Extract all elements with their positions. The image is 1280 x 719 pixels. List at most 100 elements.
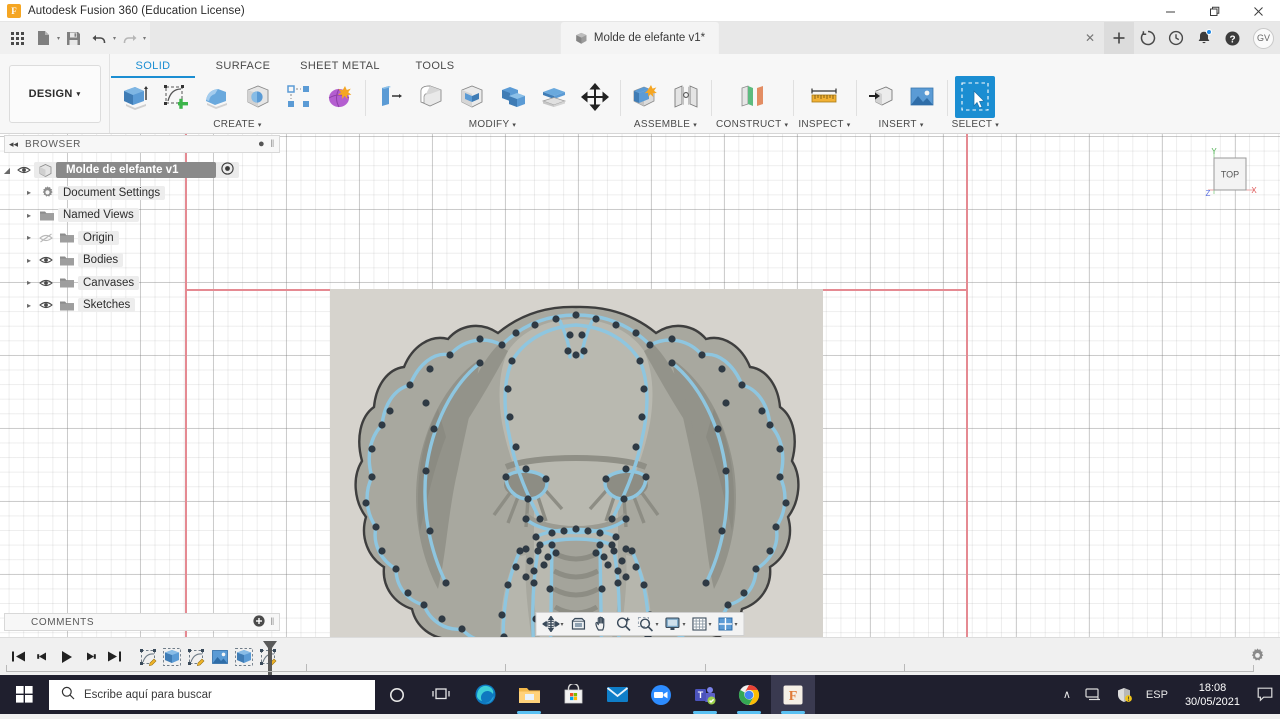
design-workspace-button[interactable]: DESIGN ▾ <box>8 64 101 123</box>
file-explorer-icon[interactable] <box>507 675 551 714</box>
insert-derive-icon[interactable] <box>861 76 901 118</box>
task-view-icon[interactable] <box>419 675 463 714</box>
sidebar-item-named-views[interactable]: ▸ Named Views <box>0 204 290 227</box>
pattern-icon[interactable] <box>279 76 319 118</box>
panel-modify-label[interactable]: MODIFY ▾ <box>469 119 517 130</box>
windows-start-icon[interactable] <box>0 675 48 714</box>
sidebar-item-bodies[interactable]: ▸ Bodies <box>0 249 290 272</box>
tab-surface[interactable]: SURFACE <box>196 58 290 74</box>
panel-create-label[interactable]: CREATE ▾ <box>213 119 261 130</box>
tray-chevron-icon[interactable]: ∧ <box>1056 675 1078 714</box>
new-tab-button[interactable] <box>1104 22 1134 54</box>
sidebar-item-document-settings[interactable]: ▸ Document Settings <box>0 182 290 205</box>
avatar[interactable]: GV <box>1253 27 1274 49</box>
expand-arrow-icon[interactable]: ▸ <box>22 256 36 265</box>
close-tab-button[interactable]: ✕ <box>1076 24 1104 52</box>
pan-icon[interactable] <box>590 613 612 635</box>
panel-assemble-label[interactable]: ASSEMBLE ▾ <box>634 119 697 130</box>
tab-solid[interactable]: SOLID <box>110 58 196 78</box>
component-activate-icon[interactable] <box>221 162 235 178</box>
network-icon[interactable] <box>1078 675 1109 714</box>
new-component-icon[interactable] <box>625 76 665 118</box>
combine-icon[interactable] <box>493 76 533 118</box>
sidebar-item-sketches[interactable]: ▸ Sketches <box>0 294 290 317</box>
sphere-icon[interactable] <box>238 76 278 118</box>
language-indicator[interactable]: ESP <box>1139 675 1175 714</box>
create-sketch-icon[interactable] <box>156 76 196 118</box>
zoom-window-icon[interactable]: ▾ <box>634 613 661 635</box>
display-settings-caret-icon[interactable]: ▾ <box>682 621 685 628</box>
expand-arrow-icon[interactable]: ▸ <box>22 188 36 197</box>
extrude-icon[interactable] <box>115 76 155 118</box>
panel-insert-label[interactable]: INSERT ▾ <box>879 119 924 130</box>
select-icon[interactable] <box>955 76 996 118</box>
add-comment-icon[interactable] <box>253 614 265 630</box>
viewports-icon[interactable]: ▾ <box>715 613 741 635</box>
panel-inspect-label[interactable]: INSPECT ▾ <box>798 119 850 130</box>
fusion-360-icon[interactable]: F <box>771 675 815 714</box>
sidebar-item-canvases[interactable]: ▸ Canvases <box>0 272 290 295</box>
zoom-window-caret-icon[interactable]: ▾ <box>655 621 658 628</box>
microsoft-teams-icon[interactable]: T <box>683 675 727 714</box>
app-grid-icon[interactable] <box>4 25 30 51</box>
visibility-eye-icon[interactable] <box>36 300 56 310</box>
expand-arrow-icon[interactable]: ▸ <box>22 278 36 287</box>
orbit-caret-icon[interactable]: ▾ <box>560 621 563 628</box>
revolve-icon[interactable] <box>197 76 237 118</box>
save-icon[interactable] <box>60 25 86 51</box>
redo-icon[interactable] <box>116 25 142 51</box>
visibility-eye-icon[interactable] <box>36 233 56 243</box>
close-button[interactable] <box>1236 0 1280 22</box>
expand-arrow-icon[interactable]: ◢ <box>0 166 14 175</box>
tree-item-root[interactable]: ◢ Molde de elefante v1 <box>0 159 290 182</box>
clock[interactable]: 18:08 30/05/2021 <box>1175 675 1250 714</box>
undo-icon[interactable] <box>86 25 112 51</box>
view-cube[interactable]: TOP Y X Z <box>1198 146 1258 206</box>
orbit-icon[interactable]: ▾ <box>539 613 566 635</box>
look-at-icon[interactable] <box>566 613 590 635</box>
help-icon[interactable]: ? <box>1218 24 1246 52</box>
zoom-icon[interactable] <box>639 675 683 714</box>
browser-options-icon[interactable]: ● <box>258 138 265 150</box>
visibility-eye-icon[interactable] <box>36 278 56 288</box>
visibility-eye-icon[interactable] <box>36 255 56 265</box>
offset-plane-icon[interactable] <box>732 76 772 118</box>
microsoft-store-icon[interactable] <box>551 675 595 714</box>
elephant-head-canvas[interactable] <box>330 289 823 637</box>
mail-icon[interactable] <box>595 675 639 714</box>
panel-construct-label[interactable]: CONSTRUCT ▾ <box>716 119 788 130</box>
expand-arrow-icon[interactable]: ▸ <box>22 211 36 220</box>
grid-snaps-caret-icon[interactable]: ▾ <box>709 621 712 628</box>
panel-select-label[interactable]: SELECT ▾ <box>952 119 1000 130</box>
measure-icon[interactable] <box>804 76 844 118</box>
recent-icon[interactable] <box>1162 24 1190 52</box>
zoom-icon[interactable] <box>612 613 634 635</box>
tab-tools[interactable]: TOOLS <box>390 58 480 74</box>
search-input[interactable]: Escribe aquí para buscar <box>49 679 375 710</box>
security-icon[interactable]: ! <box>1109 675 1139 714</box>
collapse-browser-icon[interactable]: ◂◂ <box>9 139 18 150</box>
expand-arrow-icon[interactable]: ▸ <box>22 301 36 310</box>
expand-arrow-icon[interactable]: ▸ <box>22 233 36 242</box>
split-body-icon[interactable] <box>534 76 574 118</box>
microsoft-edge-icon[interactable] <box>463 675 507 714</box>
display-settings-icon[interactable]: ▾ <box>661 613 688 635</box>
sidebar-item-origin[interactable]: ▸ Origin <box>0 227 290 250</box>
new-document-icon[interactable] <box>30 25 56 51</box>
tab-sheet-metal[interactable]: SHEET METAL <box>290 58 390 74</box>
google-chrome-icon[interactable] <box>727 675 771 714</box>
joint-icon[interactable] <box>666 76 706 118</box>
grid-snaps-icon[interactable]: ▾ <box>689 613 715 635</box>
notifications-icon[interactable] <box>1190 24 1218 52</box>
insert-canvas-icon[interactable] <box>902 76 942 118</box>
press-pull-icon[interactable] <box>370 76 410 118</box>
viewports-caret-icon[interactable]: ▾ <box>735 621 738 628</box>
visibility-eye-icon[interactable] <box>14 165 34 175</box>
job-status-icon[interactable] <box>1134 24 1162 52</box>
form-icon[interactable] <box>320 76 360 118</box>
comments-resize-grip[interactable]: ‖ <box>270 617 275 628</box>
browser-resize-grip[interactable]: ‖ <box>270 139 275 150</box>
timeline-playhead[interactable] <box>260 640 280 679</box>
minimize-button[interactable] <box>1148 0 1192 22</box>
move-copy-icon[interactable] <box>575 76 615 118</box>
